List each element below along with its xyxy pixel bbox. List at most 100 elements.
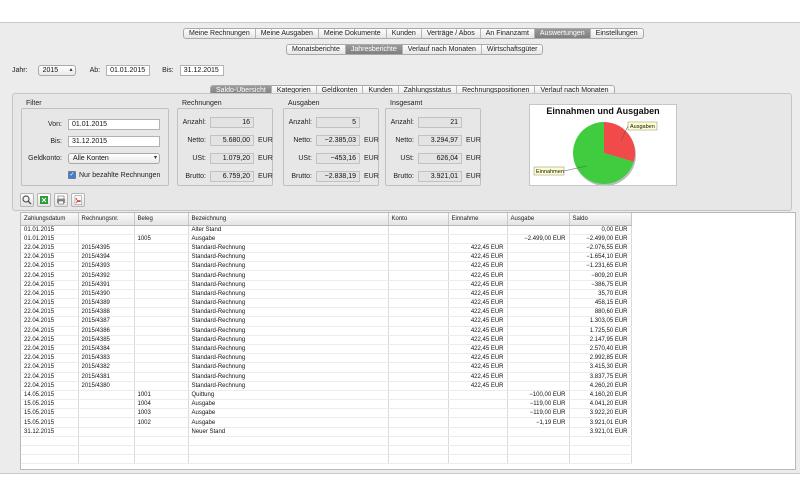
cell-rechnungsnr: 2015/4383 (78, 353, 135, 364)
cell-ausgabe (507, 362, 570, 373)
cell-zahlungsdatum: 22.04.2015 (21, 298, 79, 309)
table-row[interactable]: 22.04.2015 2015/4393 Standard-Rechnung 422,… (21, 261, 632, 272)
table-row[interactable]: 15.05.2015 1002 Ausgabe −1,19 EUR 3.921,01 E… (21, 417, 632, 428)
cell-saldo: 880,60 EUR (569, 307, 632, 318)
empty-cell (448, 445, 508, 456)
table-row[interactable]: 22.04.2015 2015/4387 Standard-Rechnung 422,… (21, 316, 632, 327)
table-row[interactable]: 22.04.2015 2015/4381 Standard-Rechnung 422,… (21, 372, 632, 382)
ab-field[interactable]: 01.01.2015 (106, 64, 151, 76)
cell-saldo: 4.041,20 EUR (569, 399, 632, 410)
empty-cell (21, 436, 79, 447)
group-title: Rechnungen (182, 100, 222, 107)
export-excel-button[interactable] (37, 193, 51, 207)
table-row[interactable]: 22.04.2015 2015/4380 Standard-Rechnung 422,… (21, 381, 632, 391)
column-header-bezeichnung[interactable]: Bezeichnung (188, 213, 389, 226)
tab-an-finanzamt[interactable]: An Finanzamt (481, 29, 535, 38)
subtab-verlauf-nach-monaten[interactable]: Verlauf nach Monaten (403, 45, 482, 54)
column-header-ausgabe[interactable]: Ausgabe (507, 213, 570, 226)
table-row[interactable]: 01.01.2015 Alter Stand 0,00 EUR (21, 225, 632, 235)
column-header-konto[interactable]: Konto (388, 213, 449, 226)
cell-einnahme (448, 417, 508, 428)
summary-group-ausgaben: Ausgaben Anzahl: 5 Netto: −2.385,03 EUR USt: −4… (283, 100, 379, 186)
cell-saldo: 3.921,01 EUR (569, 427, 632, 437)
table-row[interactable]: 22.04.2015 2015/4394 Standard-Rechnung 422,… (21, 252, 632, 263)
table-row[interactable]: 22.04.2015 2015/4384 Standard-Rechnung 422,… (21, 344, 632, 355)
jahr-select[interactable]: 2015 ▴ (37, 64, 76, 76)
tab-meine-rechnungen[interactable]: Meine Rechnungen (184, 29, 256, 38)
empty-cell (388, 454, 449, 465)
bis-field[interactable]: 31.12.2015 (179, 64, 224, 76)
cell-bezeichnung: Standard-Rechnung (188, 372, 389, 382)
von-value: 01.01.2015 (72, 120, 108, 128)
column-header-einnahme[interactable]: Einnahme (448, 213, 508, 226)
table-row[interactable]: 31.12.2015 Neuer Stand 3.921,01 EUR (21, 427, 632, 437)
tab-meine-ausgaben[interactable]: Meine Ausgaben (256, 29, 319, 38)
cell-rechnungsnr: 2015/4395 (78, 243, 135, 254)
cell-rechnungsnr (78, 390, 135, 401)
tab-kunden[interactable]: Kunden (387, 29, 422, 38)
table-row[interactable]: 22.04.2015 2015/4391 Standard-Rechnung 422,… (21, 280, 632, 290)
table-row[interactable]: 22.04.2015 2015/4390 Standard-Rechnung 422,… (21, 289, 632, 300)
cell-rechnungsnr: 2015/4385 (78, 335, 135, 345)
cell-beleg (134, 270, 189, 281)
subtab-monatsberichte[interactable]: Monatsberichte (287, 45, 346, 54)
tab-auswertungen[interactable]: Auswertungen (534, 29, 591, 38)
column-header-zahlungsdatum[interactable]: Zahlungsdatum (21, 213, 79, 226)
cell-bezeichnung: Quittung (188, 390, 389, 401)
saldo-table: Zahlungsdatum Rechnungsnr. Beleg Bezeichnun… (21, 213, 632, 465)
row-value: −2.385,03 (316, 134, 360, 146)
table-row[interactable]: 15.05.2015 1003 Ausgabe −119,00 EUR 3.922,20… (21, 408, 632, 419)
checkbox-icon[interactable]: ✓ (68, 171, 76, 179)
cell-saldo: 0,00 EUR (569, 225, 632, 235)
cell-beleg (134, 362, 189, 373)
table-row[interactable]: 22.04.2015 2015/4383 Standard-Rechnung 422,… (21, 353, 632, 364)
subtab-jahresberichte[interactable]: Jahresberichte (345, 45, 403, 54)
bis-filter-field[interactable]: 31.12.2015 (68, 135, 160, 147)
cell-saldo: −2.499,00 EUR (569, 234, 632, 244)
cell-beleg (134, 307, 189, 318)
cell-rechnungsnr: 2015/4392 (78, 270, 135, 281)
geldkonto-select[interactable]: Alle Konten ▾ (68, 152, 160, 164)
tab-einstellungen[interactable]: Einstellungen (591, 29, 643, 38)
empty-cell (188, 436, 389, 447)
cell-ausgabe (507, 344, 570, 355)
table-row[interactable]: 14.05.2015 1001 Quittung −100,00 EUR 4.160,2… (21, 390, 632, 401)
table-row[interactable]: 22.04.2015 2015/4395 Standard-Rechnung 422,… (21, 243, 632, 254)
subtab-wirtschaftsgüter[interactable]: Wirtschaftsgüter (482, 45, 543, 54)
cell-rechnungsnr: 2015/4386 (78, 326, 135, 336)
table-row[interactable]: 15.05.2015 1004 Ausgabe −119,00 EUR 4.041,20… (21, 399, 632, 410)
table-row[interactable]: 22.04.2015 2015/4386 Standard-Rechnung 422,… (21, 326, 632, 336)
pdf-button[interactable] (71, 193, 85, 207)
cell-bezeichnung: Standard-Rechnung (188, 344, 389, 355)
column-header-rechnungsnr[interactable]: Rechnungsnr. (78, 213, 135, 226)
cell-beleg (134, 243, 189, 254)
summary-panel: Filter Von: 01.01.2015 Bis: 31.12.2015 G… (12, 93, 792, 211)
search-button[interactable] (20, 193, 34, 207)
table-row[interactable]: 22.04.2015 2015/4389 Standard-Rechnung 422,… (21, 298, 632, 309)
table-row[interactable]: 22.04.2015 2015/4382 Standard-Rechnung 422,… (21, 362, 632, 373)
empty-cell (188, 454, 389, 465)
cell-konto (388, 234, 449, 244)
column-header-beleg[interactable]: Beleg (134, 213, 189, 226)
column-header-saldo[interactable]: Saldo (569, 213, 632, 226)
cell-einnahme: 422,45 EUR (448, 335, 508, 345)
cell-einnahme: 422,45 EUR (448, 243, 508, 254)
tab-meine-dokumente[interactable]: Meine Dokumente (319, 29, 387, 38)
cell-zahlungsdatum: 22.04.2015 (21, 243, 79, 254)
table-row[interactable]: 01.01.2015 1005 Ausgabe −2.499,00 EUR −2.499… (21, 234, 632, 244)
cell-beleg (134, 353, 189, 364)
tab-verträge-abos[interactable]: Verträge / Abos (422, 29, 481, 38)
table-row[interactable]: 22.04.2015 2015/4385 Standard-Rechnung 422,… (21, 335, 632, 345)
row-label: Anzahl: (182, 118, 206, 126)
table-row[interactable]: 22.04.2015 2015/4388 Standard-Rechnung 422,… (21, 307, 632, 318)
cell-konto (388, 427, 449, 437)
cell-beleg (134, 316, 189, 327)
print-button[interactable] (54, 193, 68, 207)
cell-saldo: 4.160,20 EUR (569, 390, 632, 401)
von-field[interactable]: 01.01.2015 (68, 118, 160, 130)
cell-zahlungsdatum: 22.04.2015 (21, 344, 79, 355)
table-row[interactable]: 22.04.2015 2015/4392 Standard-Rechnung 422,… (21, 270, 632, 281)
cell-beleg (134, 261, 189, 272)
cell-saldo: 4.260,20 EUR (569, 381, 632, 391)
saldo-table-container: Zahlungsdatum Rechnungsnr. Beleg Bezeichnun… (20, 212, 796, 470)
